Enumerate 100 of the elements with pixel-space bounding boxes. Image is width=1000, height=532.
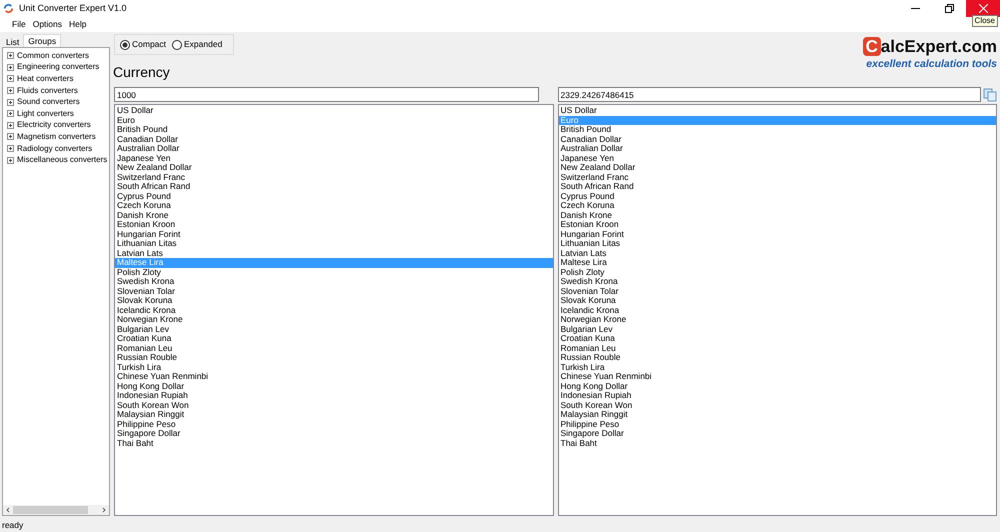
list-item[interactable]: Singapore Dollar (115, 429, 552, 438)
expand-icon[interactable] (7, 98, 14, 106)
list-item[interactable]: Latvian Lats (115, 248, 552, 258)
list-item[interactable]: South Korean Won (558, 400, 996, 410)
close-button[interactable] (966, 0, 1000, 17)
list-item[interactable]: Thai Baht (115, 438, 552, 448)
list-item[interactable]: Chinese Yuan Renminbi (558, 372, 996, 382)
list-item[interactable]: Japanese Yen (115, 154, 552, 163)
list-item[interactable]: Slovak Koruna (115, 296, 552, 306)
list-item[interactable]: Philippine Peso (115, 420, 552, 429)
list-item[interactable]: Icelandic Krona (558, 306, 996, 315)
tree-item[interactable]: Common converters (17, 50, 90, 62)
list-item[interactable]: Hungarian Forint (558, 230, 996, 239)
list-item[interactable]: Romanian Leu (558, 344, 996, 353)
list-item[interactable]: Danish Krone (558, 210, 996, 220)
unit-list[interactable] (114, 104, 554, 516)
list-item[interactable]: Russian Rouble (115, 353, 552, 362)
list-item[interactable]: New Zealand Dollar (558, 163, 996, 172)
radio-button[interactable] (120, 40, 130, 50)
list-item[interactable]: Thai Baht (558, 438, 996, 448)
list-item[interactable]: Latvian Lats (558, 248, 996, 258)
list-item[interactable]: British Pound (558, 125, 996, 134)
list-item[interactable]: Romanian Leu (115, 344, 552, 353)
expand-icon[interactable] (7, 110, 14, 118)
menu-item[interactable]: Help (69, 18, 86, 31)
list-item[interactable]: Australian Dollar (558, 144, 996, 154)
list-item[interactable]: Philippine Peso (558, 420, 996, 429)
list-item[interactable]: Lithuanian Litas (115, 239, 552, 248)
tree-item[interactable]: Electricity converters (17, 119, 91, 132)
list-item[interactable]: Norwegian Krone (115, 315, 552, 324)
menu-item[interactable]: File (12, 18, 26, 31)
tree-item[interactable]: Fluids converters (17, 84, 78, 97)
list-item[interactable]: New Zealand Dollar (115, 163, 552, 172)
list-item[interactable]: Switzerland Franc (115, 172, 552, 182)
list-item[interactable]: Lithuanian Litas (558, 239, 996, 248)
list-item[interactable]: Euro (115, 116, 552, 125)
list-item[interactable]: Estonian Kroon (115, 220, 552, 230)
list-item[interactable]: Russian Rouble (558, 353, 996, 362)
list-item[interactable]: Switzerland Franc (558, 172, 996, 182)
unit-list[interactable] (558, 104, 997, 516)
list-item[interactable]: Canadian Dollar (558, 134, 996, 144)
tree-item[interactable]: Sound converters (17, 96, 80, 108)
radio-button[interactable] (172, 40, 182, 50)
list-item[interactable]: Cyprus Pound (115, 192, 552, 201)
radio-label[interactable]: Expanded (184, 38, 222, 51)
list-item[interactable]: Polish Zloty (115, 268, 552, 277)
list-item[interactable]: Slovenian Tolar (115, 286, 552, 296)
sidebar-tab[interactable]: List (2, 36, 24, 47)
tree-item[interactable]: Light converters (17, 108, 74, 120)
sidebar-tab[interactable]: Groups (23, 34, 62, 47)
tree-item[interactable]: Radiology converters (17, 142, 92, 155)
result-field[interactable]: 2329.24267486415 (558, 87, 981, 102)
list-item[interactable]: Icelandic Krona (115, 306, 552, 315)
list-item[interactable]: Hong Kong Dollar (558, 382, 996, 391)
list-item[interactable]: Polish Zloty (558, 268, 996, 277)
list-item[interactable]: South African Rand (558, 182, 996, 192)
list-item[interactable]: Chinese Yuan Renminbi (115, 372, 552, 382)
list-item[interactable]: Australian Dollar (115, 144, 552, 154)
list-item[interactable]: Danish Krone (115, 210, 552, 220)
list-item[interactable]: Swedish Krona (558, 277, 996, 286)
list-item[interactable]: Swedish Krona (115, 277, 552, 286)
list-item[interactable]: Czech Koruna (558, 201, 996, 210)
list-item[interactable]: Norwegian Krone (558, 315, 996, 324)
list-item[interactable]: Turkish Lira (115, 362, 552, 372)
list-item[interactable]: Croatian Kuna (558, 334, 996, 344)
list-item[interactable]: Malaysian Ringgit (558, 410, 996, 420)
expand-icon[interactable] (7, 87, 14, 94)
expand-icon[interactable] (7, 122, 14, 129)
list-item[interactable]: Maltese Lira (558, 258, 996, 268)
list-item[interactable]: Japanese Yen (558, 154, 996, 163)
list-item[interactable]: Slovak Koruna (558, 296, 996, 306)
tree-item[interactable]: Engineering converters (17, 61, 100, 74)
list-item[interactable]: Malaysian Ringgit (115, 410, 552, 420)
expand-icon[interactable] (7, 133, 14, 140)
list-item[interactable]: Czech Koruna (115, 201, 552, 210)
radio-label[interactable]: Compact (132, 38, 166, 51)
expand-icon[interactable] (7, 156, 14, 164)
input-field[interactable]: 1000 (114, 87, 538, 102)
tree-item[interactable]: Miscellaneous converters (17, 154, 108, 166)
list-item[interactable]: Hungarian Forint (115, 230, 552, 239)
expand-icon[interactable] (7, 52, 14, 60)
list-item[interactable]: Bulgarian Lev (558, 324, 996, 334)
list-item[interactable]: Estonian Kroon (558, 220, 996, 230)
list-item[interactable]: Singapore Dollar (558, 429, 996, 438)
menu-item[interactable]: Options (32, 18, 62, 31)
list-item[interactable]: South African Rand (115, 182, 552, 192)
list-item[interactable]: Canadian Dollar (115, 134, 552, 144)
list-item[interactable]: Croatian Kuna (115, 334, 552, 344)
list-item[interactable]: Indonesian Rupiah (558, 391, 996, 400)
tree-item[interactable]: Magnetism converters (17, 130, 96, 143)
horizontal-scrollbar[interactable] (3, 505, 109, 515)
expand-icon[interactable] (7, 75, 14, 82)
list-item[interactable]: US Dollar (558, 106, 996, 116)
list-item[interactable]: Hong Kong Dollar (115, 382, 552, 391)
expand-icon[interactable] (7, 145, 14, 152)
list-item[interactable]: South Korean Won (115, 400, 552, 410)
list-item[interactable]: US Dollar (115, 106, 552, 116)
list-item[interactable]: Indonesian Rupiah (115, 391, 552, 400)
list-item[interactable]: Slovenian Tolar (558, 286, 996, 296)
tree-item[interactable]: Heat converters (17, 72, 74, 85)
